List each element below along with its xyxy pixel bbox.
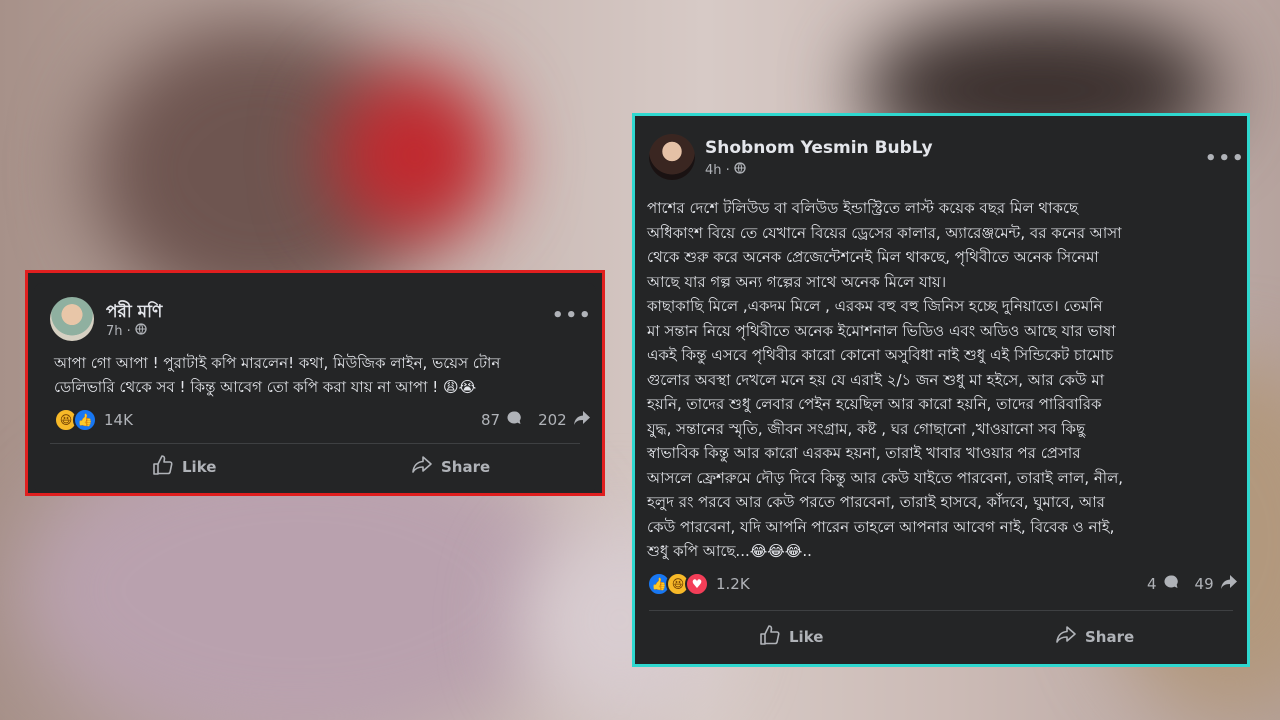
share-arrow-icon xyxy=(1220,574,1238,594)
left-post-card: পরী মণি 7h · ••• আপা গো আপা ! পুরাটাই কপ… xyxy=(25,270,605,496)
post-time[interactable]: 4h · xyxy=(705,163,730,178)
thumbs-up-icon xyxy=(759,625,781,649)
like-reaction-icon: 👍 xyxy=(73,408,97,432)
share-label: Share xyxy=(441,458,491,476)
share-arrow-icon xyxy=(573,410,591,430)
background-blur-shape xyxy=(330,70,500,240)
post-stats: 4 49 xyxy=(1147,574,1238,594)
globe-icon xyxy=(734,162,746,178)
like-button[interactable]: Like xyxy=(759,625,823,649)
post-meta: 4h · xyxy=(705,162,746,178)
comment-icon xyxy=(1163,574,1179,594)
divider xyxy=(50,443,580,444)
post-text: পাশের দেশে টলিউড বা বলিউড ইন্ডাস্ট্রিতে … xyxy=(647,199,1124,560)
reaction-count: 14K xyxy=(104,411,133,429)
left-post-body: পরী মণি 7h · ••• আপা গো আপা ! পুরাটাই কপ… xyxy=(34,283,596,493)
love-reaction-icon: ♥ xyxy=(685,572,709,596)
post-author-name[interactable]: Shobnom Yesmin BubLy xyxy=(705,138,933,158)
more-options-icon[interactable]: ••• xyxy=(1205,148,1246,169)
divider xyxy=(649,610,1233,611)
reaction-count: 1.2K xyxy=(716,575,750,593)
share-count[interactable]: 202 xyxy=(538,411,567,429)
more-options-icon[interactable]: ••• xyxy=(552,305,593,326)
share-icon xyxy=(1055,625,1077,649)
avatar[interactable] xyxy=(649,134,695,180)
globe-icon xyxy=(135,323,147,339)
share-icon xyxy=(411,455,433,479)
share-button[interactable]: Share xyxy=(1055,625,1134,649)
like-label: Like xyxy=(182,458,217,476)
like-button[interactable]: Like xyxy=(152,455,216,479)
post-meta: 7h · xyxy=(106,323,147,339)
avatar[interactable] xyxy=(50,297,94,341)
share-count[interactable]: 49 xyxy=(1195,575,1214,593)
reaction-summary[interactable]: 😆 👍 14K xyxy=(54,408,133,432)
reaction-summary[interactable]: 👍 😆 ♥ 1.2K xyxy=(647,572,750,596)
post-text: আপা গো আপা ! পুরাটাই কপি মারলেন! কথা, মি… xyxy=(54,354,501,396)
post-time[interactable]: 7h · xyxy=(106,324,131,339)
like-label: Like xyxy=(789,628,824,646)
comment-count[interactable]: 4 xyxy=(1147,575,1157,593)
post-stats: 87 202 xyxy=(481,410,591,430)
share-label: Share xyxy=(1085,628,1135,646)
comment-icon xyxy=(506,410,522,430)
thumbs-up-icon xyxy=(152,455,174,479)
share-button[interactable]: Share xyxy=(411,455,490,479)
right-post-card: Shobnom Yesmin BubLy 4h · ••• পাশের দেশে… xyxy=(632,113,1250,667)
comment-count[interactable]: 87 xyxy=(481,411,500,429)
